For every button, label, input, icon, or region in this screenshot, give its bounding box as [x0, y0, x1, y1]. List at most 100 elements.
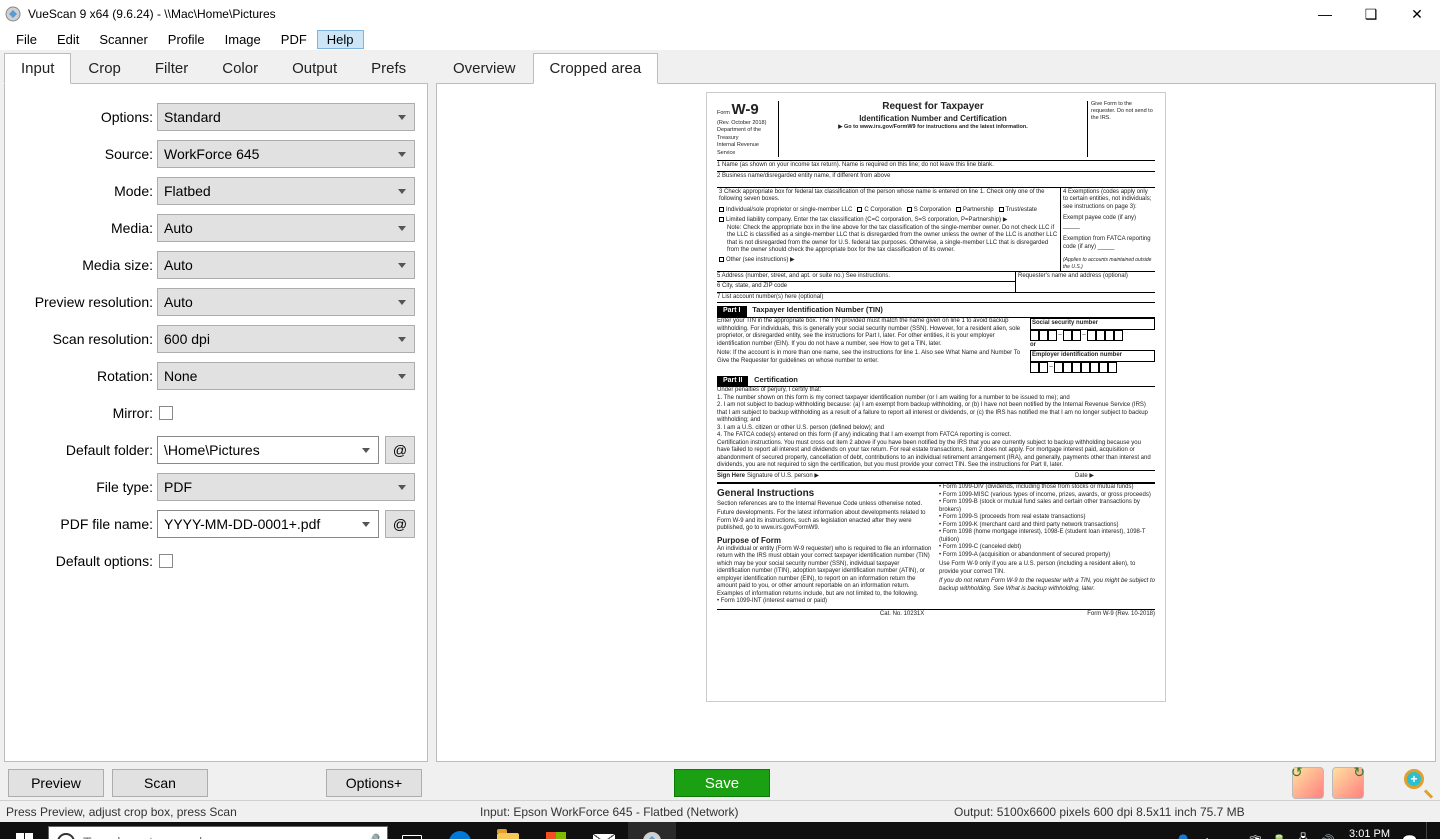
doc-line6: 6 City, state, and ZIP code [717, 282, 1015, 293]
tab-overview[interactable]: Overview [436, 53, 533, 84]
doc-subtitle: Identification Number and Certification [783, 114, 1083, 124]
doc-b2: • Form 1099-DIV (dividends, including th… [939, 484, 1155, 492]
search-input[interactable] [83, 834, 357, 839]
taskbar-store[interactable] [532, 822, 580, 839]
doc-cert2: 2. I am not subject to backup withholdin… [717, 402, 1155, 425]
select-scan-res[interactable]: 600 dpi [157, 325, 415, 353]
label-pdf-file-name: PDF file name: [17, 516, 157, 532]
doc-line1: 1 Name (as shown on your income tax retu… [717, 161, 1155, 172]
doc-box-ccorp: C Corporation [864, 207, 901, 213]
doc-purpose: Purpose of Form [717, 536, 933, 546]
select-media[interactable]: Auto [157, 214, 415, 242]
tray-onedrive-icon[interactable]: ☁ [1219, 834, 1243, 839]
doc-b7: • Form 1098 (home mortgage interest), 10… [939, 529, 1155, 544]
taskbar-explorer[interactable] [484, 822, 532, 839]
select-media-size[interactable]: Auto [157, 251, 415, 279]
close-button[interactable]: ✕ [1394, 0, 1440, 28]
tray-up-icon[interactable]: ˄ [1195, 834, 1219, 839]
rotate-right-icon[interactable] [1332, 767, 1364, 799]
doc-dept: Department of the Treasury [717, 127, 761, 141]
doc-line7: 7 List account number(s) here (optional) [717, 293, 1155, 304]
tab-cropped-area[interactable]: Cropped area [533, 53, 659, 84]
tray-people[interactable]: 👤 [1171, 834, 1195, 839]
taskbar-edge[interactable]: e [436, 822, 484, 839]
scan-button[interactable]: Scan [112, 769, 208, 797]
default-folder-at-button[interactable]: @ [385, 436, 415, 464]
doc-b6: • Form 1099-K (merchant card and third p… [939, 522, 1155, 530]
task-view-button[interactable] [388, 822, 436, 839]
taskbar-mail[interactable] [580, 822, 628, 839]
doc-part1: Part I [717, 306, 747, 317]
checkbox-default-options[interactable] [159, 554, 173, 568]
label-media: Media: [17, 220, 157, 236]
select-rotation[interactable]: None [157, 362, 415, 390]
minimize-button[interactable]: ― [1302, 0, 1348, 28]
doc-part2: Part II [717, 376, 748, 387]
checkbox-mirror[interactable] [159, 406, 173, 420]
maximize-button[interactable]: ❑ [1348, 0, 1394, 28]
doc-b3: • Form 1099-MISC (various types of incom… [939, 492, 1155, 500]
doc-sig-of: Signature of U.S. person ▶ [747, 473, 1075, 481]
doc-b8: • Form 1099-C (canceled debt) [939, 544, 1155, 552]
menu-pdf[interactable]: PDF [271, 30, 317, 49]
tab-color[interactable]: Color [205, 53, 275, 84]
tray-notifications-icon[interactable]: 💬 [1398, 834, 1422, 839]
preview-area[interactable]: Form W-9 (Rev. October 2018) Department … [436, 83, 1436, 762]
doc-cert-intro: Under penalties of perjury, I certify th… [717, 387, 1155, 395]
doc-cert3: 3. I am a U.S. citizen or other U.S. per… [717, 425, 1155, 433]
input-pdf-file-name[interactable]: YYYY-MM-DD-0001+.pdf [157, 510, 379, 538]
pdf-file-name-at-button[interactable]: @ [385, 510, 415, 538]
tray-clock[interactable]: 3:01 PM 1/4/2019 [1339, 828, 1398, 839]
menu-scanner[interactable]: Scanner [89, 30, 157, 49]
select-source[interactable]: WorkForce 645 [157, 140, 415, 168]
show-desktop-button[interactable] [1426, 822, 1432, 839]
tray-volume-icon[interactable]: 🔊 [1315, 834, 1339, 839]
label-mode: Mode: [17, 183, 157, 199]
tray-battery-icon[interactable]: 🔋 [1267, 834, 1291, 839]
mic-icon[interactable]: 🎤 [357, 833, 387, 839]
tab-input[interactable]: Input [4, 53, 71, 84]
doc-footer: Form W-9 (Rev. 10-2018) [1087, 611, 1155, 619]
doc-b1: • Form 1099-INT (interest earned or paid… [717, 598, 933, 606]
menu-image[interactable]: Image [215, 30, 271, 49]
start-button[interactable] [0, 822, 48, 839]
taskbar-search[interactable]: 🎤 [48, 826, 388, 839]
input-default-folder[interactable]: \Home\Pictures [157, 436, 379, 464]
doc-line2: 2 Business name/disregarded entity name,… [717, 172, 1155, 188]
menu-edit[interactable]: Edit [47, 30, 89, 49]
tray-security-icon[interactable]: 🛡 [1243, 834, 1267, 839]
status-input: Input: Epson WorkForce 645 - Flatbed (Ne… [480, 805, 954, 819]
options-more-button[interactable]: Options+ [326, 769, 422, 797]
tab-crop[interactable]: Crop [71, 53, 138, 84]
rotate-left-icon[interactable] [1292, 767, 1324, 799]
scanned-document: Form W-9 (Rev. October 2018) Department … [706, 92, 1166, 702]
tab-output[interactable]: Output [275, 53, 354, 84]
label-media-size: Media size: [17, 257, 157, 273]
window-title: VueScan 9 x64 (9.6.24) - \\Mac\Home\Pict… [28, 7, 276, 21]
doc-cert1: 1. The number shown on this form is my c… [717, 395, 1155, 403]
save-button[interactable]: Save [674, 769, 770, 797]
tab-prefs[interactable]: Prefs [354, 53, 423, 84]
doc-fatca: Exemption from FATCA reporting code (if … [1063, 236, 1153, 251]
taskbar-vuescan[interactable] [628, 822, 676, 839]
menu-profile[interactable]: Profile [158, 30, 215, 49]
menu-help[interactable]: Help [317, 30, 364, 49]
select-file-type[interactable]: PDF [157, 473, 415, 501]
tab-filter[interactable]: Filter [138, 53, 205, 84]
settings-panel: Options:Standard Source:WorkForce 645 Mo… [4, 83, 428, 762]
doc-tin-text1: Enter your TIN in the appropriate box. T… [717, 318, 1026, 348]
zoom-in-icon[interactable]: + [1404, 769, 1432, 797]
doc-give: Give Form to the requester. Do not send … [1087, 101, 1155, 157]
doc-box-scorp: S Corporation [914, 207, 951, 213]
status-bar: Press Preview, adjust crop box, press Sc… [0, 800, 1440, 822]
select-preview-res[interactable]: Auto [157, 288, 415, 316]
select-options[interactable]: Standard [157, 103, 415, 131]
doc-line5: 5 Address (number, street, and apt. or s… [717, 272, 1015, 283]
menu-file[interactable]: File [6, 30, 47, 49]
label-mirror: Mirror: [17, 405, 157, 421]
select-mode[interactable]: Flatbed [157, 177, 415, 205]
doc-box-individual: Individual/sole proprietor or single-mem… [726, 207, 852, 213]
preview-button[interactable]: Preview [8, 769, 104, 797]
doc-b5: • Form 1099-S (proceeds from real estate… [939, 514, 1155, 522]
tray-network-icon[interactable]: 🖧 [1291, 831, 1315, 839]
